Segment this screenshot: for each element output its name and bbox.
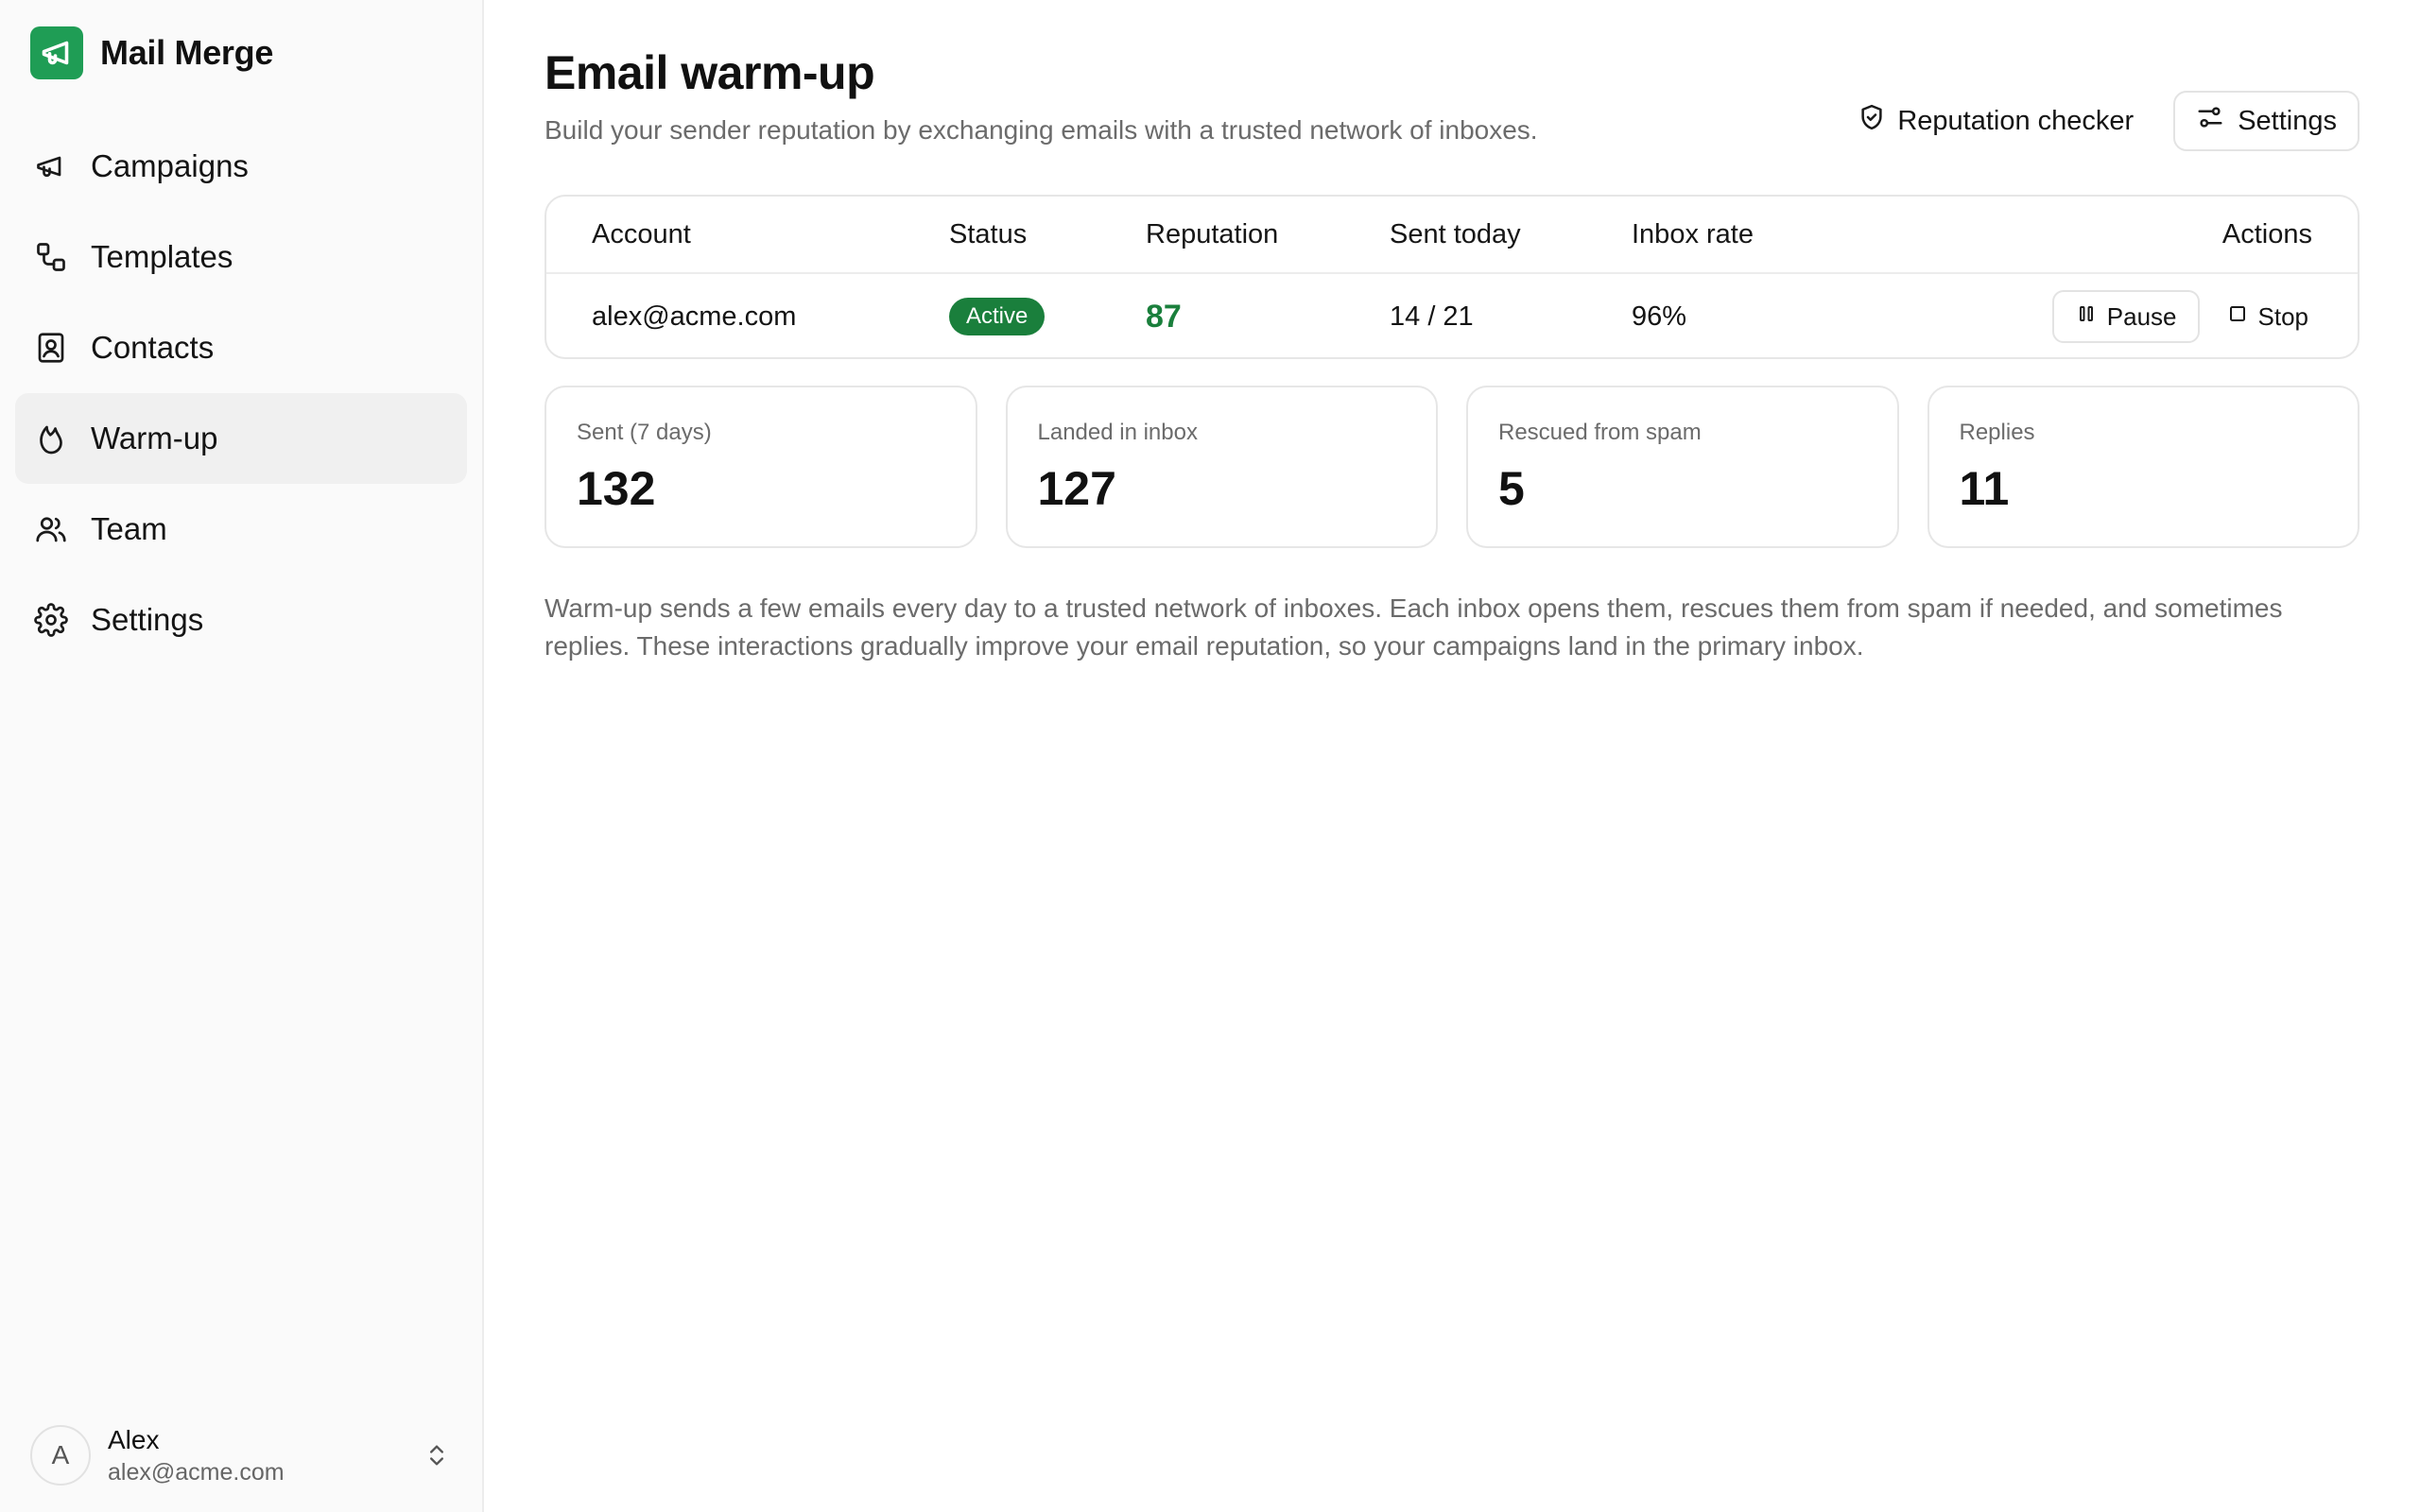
warmup-description: Warm-up sends a few emails every day to … <box>544 593 2283 661</box>
stat-value: 127 <box>1037 462 1116 515</box>
users-icon <box>32 510 70 548</box>
sidebar-item-templates[interactable]: Templates <box>15 212 467 302</box>
stat-label: Replies <box>1959 420 2035 445</box>
stop-icon <box>2226 302 2249 332</box>
sent-today-value: 14 / 21 <box>1390 301 1474 332</box>
reputation-checker-label: Reputation checker <box>1897 105 2135 136</box>
brand-logo-icon <box>30 26 83 79</box>
stop-label: Stop <box>2257 301 2309 331</box>
stats-row: Sent (7 days) 132 Landed in inbox 127 Re… <box>544 386 2360 548</box>
status-badge: Active <box>949 298 1046 335</box>
chevron-up-down-icon[interactable] <box>418 1436 456 1474</box>
column-header-account: Account <box>592 218 691 249</box>
user-name: Alex <box>108 1424 160 1454</box>
sidebar-item-settings[interactable]: Settings <box>15 575 467 665</box>
reputation-cell: 87 <box>1146 274 1182 359</box>
stat-card-rescued-from-spam: Rescued from spam 5 <box>1466 386 1899 548</box>
stat-card-sent: Sent (7 days) 132 <box>544 386 977 548</box>
gear-icon <box>32 601 70 639</box>
column-header-status: Status <box>949 218 1028 249</box>
sidebar-nav: Campaigns Templates Contacts Warm-up Tea… <box>15 121 467 665</box>
brand-name: Mail Merge <box>100 33 274 72</box>
table-header: Account Status Reputation Sent today Inb… <box>546 197 2358 274</box>
stat-card-replies: Replies 11 <box>1927 386 2360 548</box>
stat-label: Sent (7 days) <box>577 420 712 445</box>
status-cell: Active <box>949 274 1046 359</box>
pause-button[interactable]: Pause <box>2051 290 2200 343</box>
page-title: Email warm-up <box>544 46 875 99</box>
stop-button[interactable]: Stop <box>2221 290 2315 343</box>
sidebar-item-team[interactable]: Team <box>15 484 467 575</box>
stat-value: 11 <box>1959 462 2010 515</box>
reputation-checker-button[interactable]: Reputation checker <box>1839 91 2152 151</box>
user-email: alex@acme.com <box>108 1458 285 1486</box>
account-email: alex@acme.com <box>592 301 797 332</box>
pause-label: Pause <box>2106 301 2177 331</box>
sidebar-item-label: Templates <box>91 239 233 274</box>
settings-button[interactable]: Settings <box>2173 91 2360 151</box>
sidebar-item-label: Contacts <box>91 330 215 365</box>
stat-label: Landed in inbox <box>1037 420 1198 445</box>
column-header-reputation: Reputation <box>1146 218 1279 249</box>
sidebar-item-label: Team <box>91 511 167 546</box>
settings-label: Settings <box>2238 105 2337 136</box>
column-header-inbox-rate: Inbox rate <box>1632 218 1754 249</box>
stat-value: 132 <box>577 462 656 515</box>
flame-icon <box>32 420 70 457</box>
pause-icon <box>2075 302 2098 332</box>
sidebar-item-warm-up[interactable]: Warm-up <box>15 393 467 484</box>
brand[interactable]: Mail Merge <box>30 26 273 79</box>
stat-value: 5 <box>1498 462 1525 515</box>
row-actions: Pause Stop <box>2051 274 2315 359</box>
warmup-accounts-table: Account Status Reputation Sent today Inb… <box>544 195 2360 359</box>
main-content: Email warm-up Build your sender reputati… <box>544 0 2360 1512</box>
sidebar: Mail Merge Campaigns Templates Contacts … <box>0 0 484 1512</box>
contact-book-icon <box>32 329 70 367</box>
stat-label: Rescued from spam <box>1498 420 1702 445</box>
reputation-score: 87 <box>1146 298 1182 335</box>
megaphone-icon <box>32 147 70 185</box>
sliders-icon <box>2196 103 2224 139</box>
column-header-sent-today: Sent today <box>1390 218 1521 249</box>
sidebar-item-contacts[interactable]: Contacts <box>15 302 467 393</box>
stat-card-landed-in-inbox: Landed in inbox 127 <box>1005 386 1438 548</box>
templates-icon <box>32 238 70 276</box>
avatar: A <box>30 1425 91 1486</box>
sidebar-item-campaigns[interactable]: Campaigns <box>15 121 467 212</box>
table-row: alex@acme.com Active 87 14 / 21 96% Paus <box>546 274 2358 359</box>
user-menu[interactable]: A Alex alex@acme.com <box>30 1418 456 1493</box>
page-subtitle: Build your sender reputation by exchangi… <box>544 115 1538 145</box>
sidebar-item-label: Settings <box>91 602 204 637</box>
shield-check-icon <box>1858 103 1886 139</box>
sidebar-item-label: Campaigns <box>91 148 249 183</box>
sidebar-item-label: Warm-up <box>91 421 218 455</box>
inbox-rate-value: 96% <box>1632 301 1687 332</box>
column-header-actions: Actions <box>2221 218 2312 249</box>
header-actions: Reputation checker Settings <box>1839 91 2360 151</box>
